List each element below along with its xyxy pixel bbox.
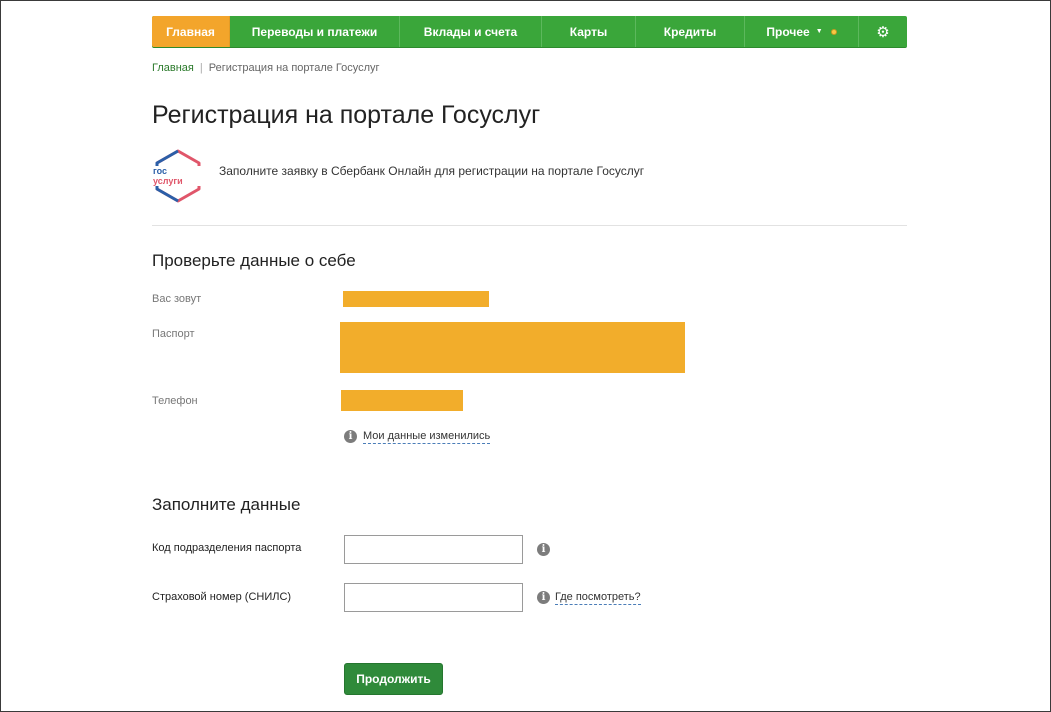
passport-code-label: Код подразделения паспорта (152, 542, 302, 554)
notification-dot-icon (830, 28, 837, 35)
check-section-title: Проверьте данные о себе (152, 251, 356, 270)
phone-value-redacted (341, 390, 463, 411)
gosuslugi-logo-icon: гос услуги (152, 149, 204, 203)
gear-icon: ⚙ (876, 23, 890, 41)
main-nav: Главная Переводы и платежи Вклады и счет… (152, 16, 907, 48)
passport-label: Паспорт (152, 328, 195, 340)
nav-item-transfers[interactable]: Переводы и платежи (230, 16, 400, 47)
passport-code-input[interactable] (344, 535, 523, 564)
breadcrumb: Главная | Регистрация на портале Госуслуг (152, 62, 380, 74)
where-to-find-link[interactable]: Где посмотреть? (555, 591, 641, 605)
divider (152, 225, 907, 226)
fill-section-title: Заполните данные (152, 495, 301, 514)
phone-label: Телефон (152, 395, 198, 407)
name-value-redacted (343, 291, 489, 307)
settings-button[interactable]: ⚙ (859, 16, 907, 47)
page-title: Регистрация на портале Госуслуг (152, 101, 541, 129)
continue-button[interactable]: Продолжить (344, 663, 443, 695)
breadcrumb-home-link[interactable]: Главная (152, 62, 194, 74)
passport-value-redacted (340, 322, 685, 373)
snils-input[interactable] (344, 583, 523, 612)
nav-item-home[interactable]: Главная (152, 16, 230, 47)
nav-item-other[interactable]: Прочее ▼ (745, 16, 859, 47)
breadcrumb-separator: | (199, 62, 203, 74)
logo-text-gos: гос (153, 166, 167, 176)
passport-code-info-icon[interactable]: i (537, 543, 550, 556)
breadcrumb-current: Регистрация на портале Госуслуг (208, 62, 380, 74)
caret-down-icon: ▼ (815, 28, 823, 35)
my-data-changed-link[interactable]: Мои данные изменились (363, 430, 491, 444)
nav-item-cards[interactable]: Карты (542, 16, 636, 47)
nav-item-credits[interactable]: Кредиты (636, 16, 745, 47)
nav-item-deposits[interactable]: Вклады и счета (400, 16, 542, 47)
name-label: Вас зовут (152, 293, 202, 305)
info-icon: i (344, 430, 357, 443)
snils-info-icon: i (537, 591, 550, 604)
info-text: Заполните заявку в Сбербанк Онлайн для р… (219, 164, 645, 178)
snils-label: Страховой номер (СНИЛС) (152, 591, 292, 603)
logo-text-uslugi: услуги (153, 176, 183, 186)
nav-item-other-label: Прочее (766, 24, 810, 39)
